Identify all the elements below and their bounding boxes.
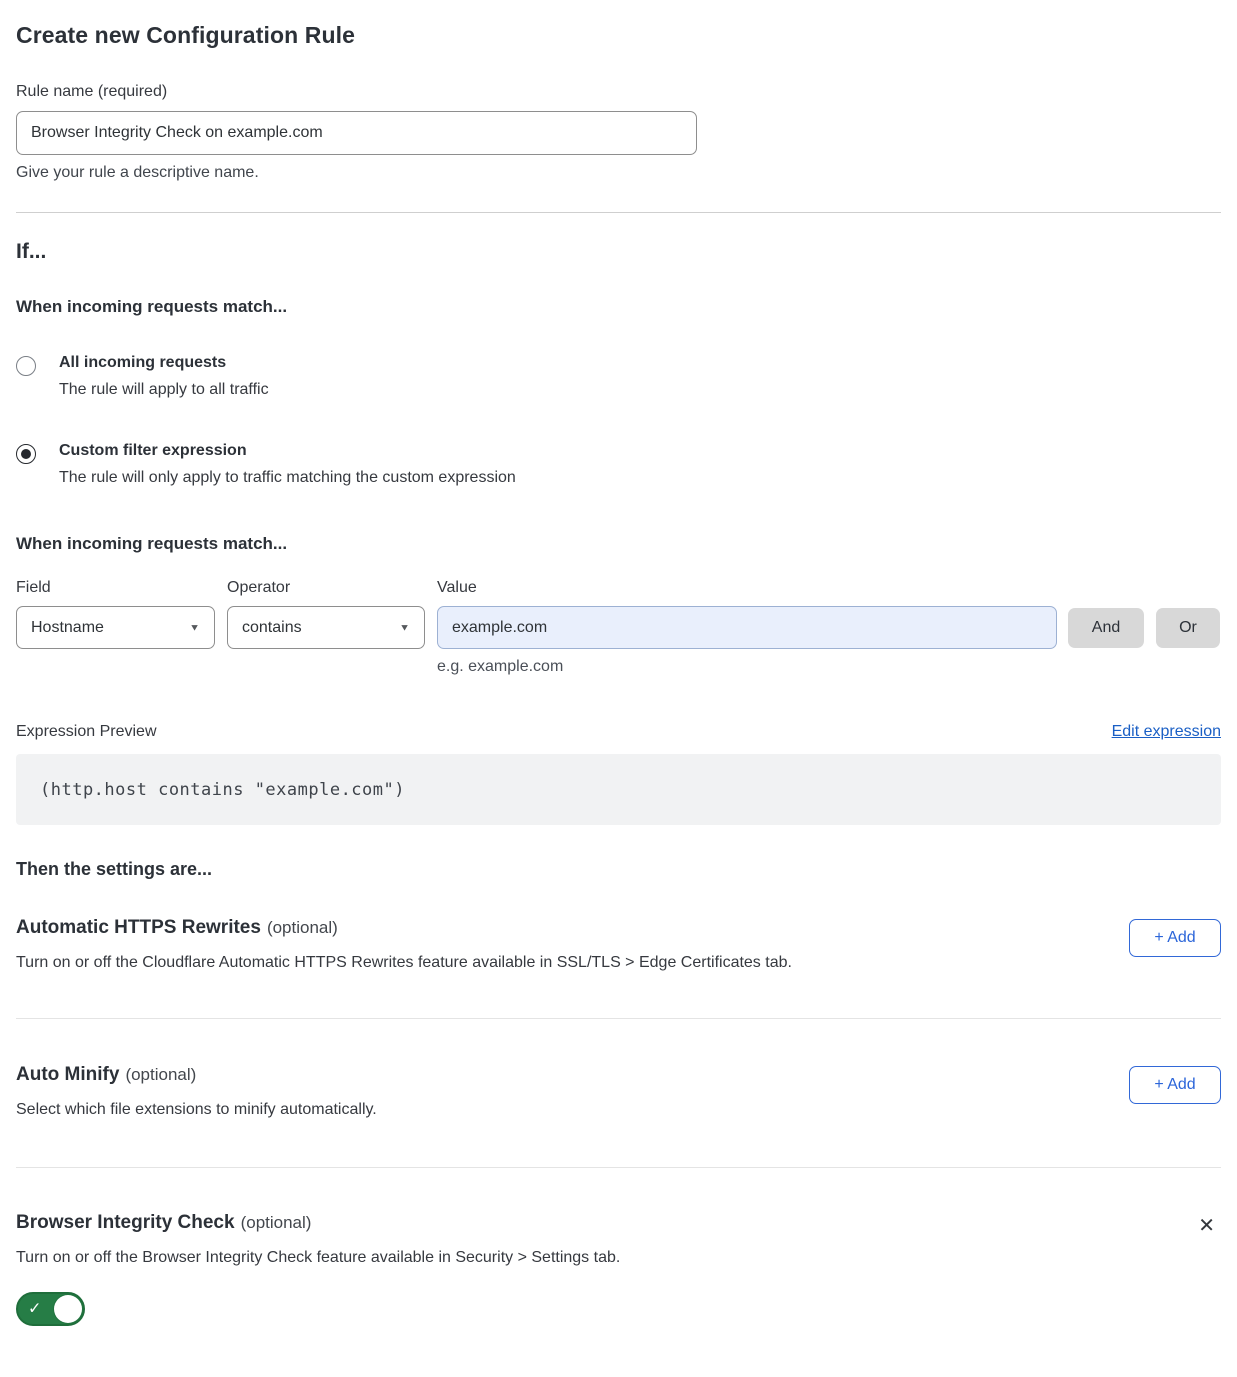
expression-preview-label: Expression Preview [16,723,157,741]
setting-title: Browser Integrity Check [16,1212,235,1233]
rule-name-section: Rule name (required) Give your rule a de… [16,83,1221,182]
toggle-knob [54,1295,82,1323]
setting-auto-minify: Auto Minify (optional) Select which file … [16,1064,1221,1119]
add-automatic-https-rewrites-button[interactable]: + Add [1129,919,1221,957]
expression-preview-code: (http.host contains "example.com") [16,754,1221,825]
operator-column-label: Operator [227,579,425,597]
setting-browser-integrity-check: Browser Integrity Check (optional) Turn o… [16,1212,1221,1326]
builder-column-labels: Field Operator Value [16,579,1221,597]
value-input[interactable] [437,606,1057,649]
setting-description: Turn on or off the Browser Integrity Che… [16,1249,620,1267]
operator-select[interactable]: contains ▼ [227,606,425,649]
section-divider [16,1018,1221,1019]
browser-integrity-check-toggle[interactable]: ✓ [16,1292,85,1326]
setting-optional-tag: (optional) [241,1213,312,1232]
radio-description: The rule will only apply to traffic matc… [59,469,516,487]
match-subheading: When incoming requests match... [16,297,1221,317]
settings-heading: Then the settings are... [16,859,1221,880]
radio-label: Custom filter expression [59,442,516,460]
radio-option-custom-filter[interactable]: Custom filter expression The rule will o… [16,442,1221,487]
radio-button-selected[interactable] [16,444,36,464]
setting-optional-tag: (optional) [125,1065,196,1084]
operator-select-value: contains [242,619,302,637]
expression-preview-header: Expression Preview Edit expression [16,723,1221,741]
edit-expression-link[interactable]: Edit expression [1112,723,1221,741]
rule-name-input[interactable] [16,111,697,155]
rule-name-help: Give your rule a descriptive name. [16,164,1221,182]
value-column-label: Value [437,579,1057,597]
create-configuration-rule-form: Create new Configuration Rule Rule name … [0,0,1237,1350]
field-column-label: Field [16,579,215,597]
expression-builder-row: Hostname ▼ contains ▼ And Or [16,606,1221,649]
setting-description: Select which file extensions to minify a… [16,1101,377,1119]
setting-title: Auto Minify [16,1064,119,1085]
page-title: Create new Configuration Rule [16,22,1221,49]
field-select-value: Hostname [31,619,104,637]
radio-label: All incoming requests [59,354,269,372]
add-auto-minify-button[interactable]: + Add [1129,1066,1221,1104]
chevron-down-icon: ▼ [399,622,410,632]
builder-subheading: When incoming requests match... [16,534,1221,554]
chevron-down-icon: ▼ [189,622,200,632]
if-heading: If... [16,240,1221,264]
value-help-text: e.g. example.com [437,658,1221,676]
check-icon: ✓ [28,1299,41,1319]
radio-button-unselected[interactable] [16,356,36,376]
top-divider [16,212,1221,213]
radio-description: The rule will apply to all traffic [59,381,269,399]
setting-title: Automatic HTTPS Rewrites [16,917,261,938]
section-divider [16,1167,1221,1168]
rule-name-label: Rule name (required) [16,83,1221,101]
setting-description: Turn on or off the Cloudflare Automatic … [16,954,792,972]
match-type-radio-group: All incoming requests The rule will appl… [16,354,1221,487]
radio-option-all-requests[interactable]: All incoming requests The rule will appl… [16,354,1221,399]
or-button[interactable]: Or [1156,608,1220,648]
field-select[interactable]: Hostname ▼ [16,606,215,649]
and-button[interactable]: And [1068,608,1144,648]
close-icon[interactable]: ✕ [1192,1214,1221,1238]
setting-automatic-https-rewrites: Automatic HTTPS Rewrites (optional) Turn … [16,917,1221,972]
setting-optional-tag: (optional) [267,918,338,937]
